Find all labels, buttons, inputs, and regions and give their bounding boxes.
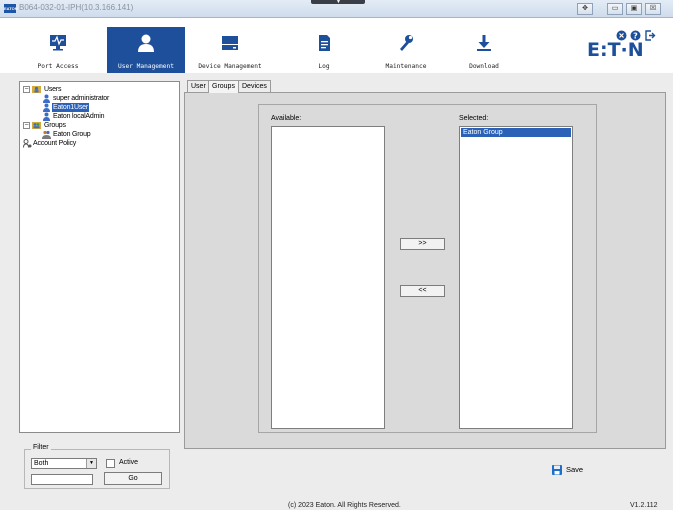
nav-label: Device Management	[198, 63, 262, 70]
active-checkbox[interactable]	[106, 459, 115, 468]
groups-panel: Available: Selected: Eaton Group >> <<	[184, 92, 666, 449]
user-tree: − Users super administrator Eaton1User E…	[19, 81, 180, 433]
collapse-icon[interactable]: −	[23, 122, 30, 129]
available-list[interactable]	[271, 126, 385, 429]
window-title: B064-032-01-IPH(10.3.166.141)	[19, 3, 134, 12]
list-item[interactable]: Eaton Group	[461, 128, 571, 137]
nav-download[interactable]: Download	[445, 27, 523, 73]
title-bar: EATON B064-032-01-IPH(10.3.166.141) ▼ ✥ …	[0, 0, 673, 18]
port-access-icon	[50, 35, 66, 51]
tree-label: Groups	[44, 122, 66, 129]
collapse-icon[interactable]: −	[23, 86, 30, 93]
nav-maintenance[interactable]: Maintenance	[367, 27, 445, 73]
download-icon	[477, 35, 491, 51]
move-button[interactable]: ✥	[577, 3, 593, 15]
tab-user[interactable]: User	[187, 80, 210, 92]
chevron-down-icon[interactable]: ▼	[86, 459, 96, 468]
filter-select-value: Both	[34, 460, 49, 467]
nav-label: User Management	[118, 63, 174, 70]
tree-label: Users	[44, 86, 62, 93]
go-button[interactable]: Go	[104, 472, 162, 485]
nav-device-management[interactable]: Device Management	[191, 27, 269, 73]
main-nav: Port Access User Management Device Manag…	[19, 27, 667, 73]
user-icon	[43, 112, 50, 121]
nav-label: Port Access	[37, 63, 79, 70]
nav-label: Maintenance	[385, 63, 427, 70]
save-label: Save	[566, 465, 584, 474]
log-icon	[319, 35, 330, 51]
close-button[interactable]: ☒	[645, 3, 661, 15]
remove-button[interactable]: <<	[400, 285, 445, 297]
app-badge-icon: EATON	[4, 4, 18, 13]
wrench-icon	[400, 35, 413, 51]
filter-group: Filter Both ▼ Active Go	[24, 444, 170, 489]
version-label: V1.2.112	[630, 502, 658, 509]
tree-label: Eaton1User	[52, 103, 89, 112]
active-label: Active	[119, 459, 139, 466]
selected-list[interactable]: Eaton Group	[459, 126, 573, 429]
selected-label: Selected:	[459, 115, 489, 122]
device-icon	[222, 36, 238, 50]
nav-log[interactable]: Log	[285, 27, 363, 73]
logout-icon[interactable]	[645, 30, 656, 41]
available-label: Available:	[271, 115, 302, 122]
user-icon	[43, 103, 50, 112]
chevron-down-icon: ▼	[336, 0, 341, 5]
nav-port-access[interactable]: Port Access	[19, 27, 97, 73]
save-icon	[552, 465, 562, 475]
user-icon	[43, 94, 50, 103]
copyright: (c) 2023 Eaton. All Rights Reserved.	[288, 502, 401, 509]
add-button[interactable]: >>	[400, 238, 445, 250]
tab-devices[interactable]: Devices	[238, 80, 271, 92]
minimize-button[interactable]: ▭	[607, 3, 623, 15]
nav-label: Log	[318, 63, 330, 70]
eaton-logo: E:T·N	[587, 39, 644, 61]
group-icon	[42, 130, 51, 139]
tree-label: super administrator	[53, 95, 110, 102]
filter-legend: Filter	[31, 444, 51, 451]
users-icon	[32, 86, 41, 93]
account-policy-icon	[23, 139, 32, 148]
tab-groups[interactable]: Groups	[208, 80, 239, 93]
filter-text-input[interactable]	[31, 474, 93, 485]
tree-label: Eaton Group	[53, 131, 91, 138]
user-icon	[138, 34, 154, 52]
groups-icon	[32, 122, 41, 129]
groups-frame: Available: Selected: Eaton Group >> <<	[258, 104, 597, 433]
maximize-button[interactable]: ▣	[626, 3, 642, 15]
tree-label: Account Policy	[33, 140, 77, 147]
nav-user-management[interactable]: User Management	[107, 27, 185, 73]
tree-label: Eaton localAdmin	[53, 113, 105, 120]
nav-label: Download	[469, 63, 499, 70]
filter-select[interactable]: Both ▼	[31, 458, 97, 469]
